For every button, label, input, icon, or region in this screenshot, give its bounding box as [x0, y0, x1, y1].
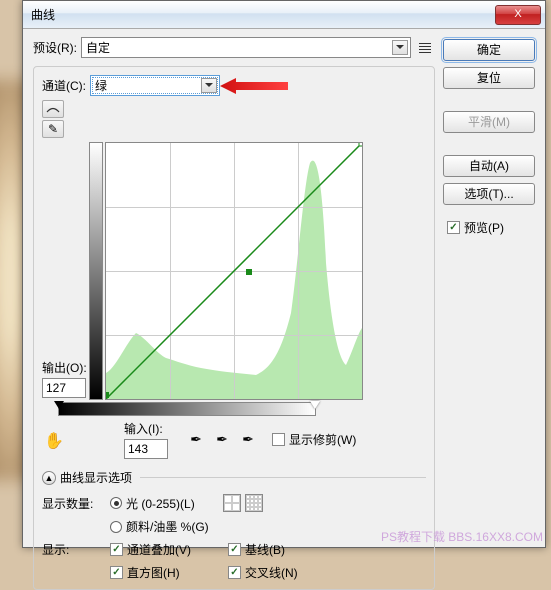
chevron-down-icon — [201, 78, 217, 93]
smooth-button[interactable]: 平滑(M) — [443, 111, 535, 133]
preview-checkbox[interactable]: 预览(P) — [447, 219, 535, 236]
input-label: 输入(I): — [124, 420, 168, 437]
display-label: 显示: — [42, 541, 102, 558]
expand-label: 曲线显示选项 — [60, 469, 132, 486]
reset-button[interactable]: 复位 — [443, 67, 535, 89]
output-label: 输出(O): — [42, 359, 87, 376]
preset-menu-icon[interactable] — [415, 38, 435, 58]
collapse-icon[interactable]: ▲ — [42, 471, 56, 485]
radio-ink[interactable]: 颜料/油墨 %(G) — [110, 518, 209, 535]
chevron-down-icon — [392, 40, 408, 55]
titlebar[interactable]: 曲线 X — [23, 1, 545, 29]
eyedropper-white-icon[interactable]: ✒ — [238, 430, 258, 450]
gradient-horizontal[interactable] — [58, 402, 316, 416]
black-point-slider[interactable] — [54, 401, 64, 414]
watermark: PS教程下载 BBS.16XX8.COM — [381, 528, 543, 545]
white-point-slider[interactable] — [310, 401, 320, 414]
channel-label: 通道(C): — [42, 77, 86, 94]
show-clipping-checkbox[interactable]: 显示修剪(W) — [272, 431, 356, 448]
grid-coarse-icon[interactable] — [223, 494, 241, 512]
check-histogram[interactable]: 直方图(H) — [110, 564, 220, 581]
options-button[interactable]: 选项(T)... — [443, 183, 535, 205]
check-channel-overlay[interactable]: 通道叠加(V) — [110, 541, 220, 558]
channel-select[interactable]: 绿 — [90, 75, 220, 96]
close-button[interactable]: X — [495, 5, 541, 25]
dialog-title: 曲线 — [31, 6, 495, 23]
eyedropper-black-icon[interactable]: ✒ — [186, 430, 206, 450]
check-intersection[interactable]: 交叉线(N) — [228, 564, 298, 581]
grid-fine-icon[interactable] — [245, 494, 263, 512]
eyedropper-gray-icon[interactable]: ✒ — [212, 430, 232, 450]
check-baseline[interactable]: 基线(B) — [228, 541, 285, 558]
auto-button[interactable]: 自动(A) — [443, 155, 535, 177]
preset-label: 预设(R): — [33, 39, 77, 56]
output-input[interactable] — [42, 378, 86, 398]
display-amount-label: 显示数量: — [42, 495, 102, 512]
curve-tool-pencil[interactable]: ✎ — [42, 120, 64, 138]
input-input[interactable] — [124, 439, 168, 459]
curves-dialog: 曲线 X 预设(R): 自定 通道(C): 绿 — [22, 0, 546, 548]
curves-graph[interactable] — [105, 142, 363, 400]
preset-select[interactable]: 自定 — [81, 37, 411, 58]
radio-light[interactable]: 光 (0-255)(L) — [110, 495, 195, 512]
red-arrow-annotation — [220, 77, 290, 95]
ok-button[interactable]: 确定 — [443, 39, 535, 61]
curve-tool-smooth[interactable] — [42, 100, 64, 118]
gradient-vertical — [89, 142, 103, 400]
hand-tool-icon[interactable]: ✋ — [42, 431, 66, 455]
